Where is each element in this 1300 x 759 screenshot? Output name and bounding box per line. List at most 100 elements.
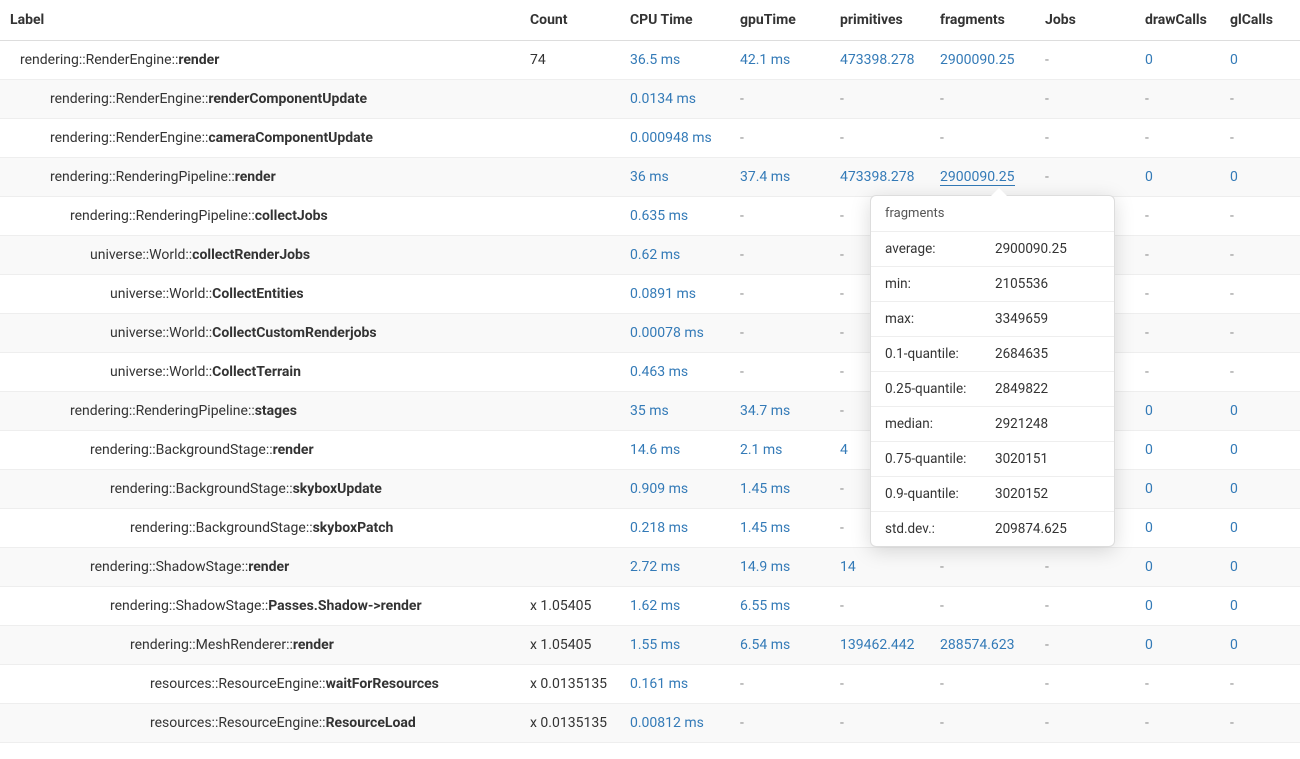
primitives-cell-link[interactable]: 14 xyxy=(840,559,856,575)
fragments-cell[interactable]: 288574.623 xyxy=(930,626,1035,665)
drawcalls-cell-link[interactable]: 0 xyxy=(1145,520,1153,536)
cpu-time-cell[interactable]: 2.72 ms xyxy=(620,548,730,587)
drawcalls-cell[interactable]: 0 xyxy=(1135,158,1220,197)
table-row[interactable]: rendering::RenderingPipeline::render36 m… xyxy=(0,158,1300,197)
glcalls-cell-link[interactable]: 0 xyxy=(1230,169,1238,185)
cpu-time-cell-link[interactable]: 0.635 ms xyxy=(630,208,688,224)
gpu-time-cell[interactable]: 14.9 ms xyxy=(730,548,830,587)
cpu-time-cell-link[interactable]: 0.00812 ms xyxy=(630,715,704,731)
cpu-time-cell-link[interactable]: 14.6 ms xyxy=(630,442,680,458)
drawcalls-cell-link[interactable]: 0 xyxy=(1145,598,1153,614)
drawcalls-cell-link[interactable]: 0 xyxy=(1145,637,1153,653)
cpu-time-cell[interactable]: 14.6 ms xyxy=(620,431,730,470)
cpu-time-cell-link[interactable]: 0.000948 ms xyxy=(630,130,712,146)
header-primitives[interactable]: primitives xyxy=(830,0,930,41)
cpu-time-cell[interactable]: 0.161 ms xyxy=(620,665,730,704)
gpu-time-cell[interactable]: 34.7 ms xyxy=(730,392,830,431)
fragments-cell[interactable]: 2900090.25fragmentsaverage:2900090.25min… xyxy=(930,158,1035,197)
header-gpu-time[interactable]: gpuTime xyxy=(730,0,830,41)
cpu-time-cell-link[interactable]: 0.218 ms xyxy=(630,520,688,536)
glcalls-cell[interactable]: 0 xyxy=(1220,509,1300,548)
primitives-cell-link[interactable]: 473398.278 xyxy=(840,169,915,185)
header-count[interactable]: Count xyxy=(520,0,620,41)
primitives-cell-link[interactable]: 4 xyxy=(840,442,848,458)
cpu-time-cell-link[interactable]: 0.62 ms xyxy=(630,247,680,263)
gpu-time-cell-link[interactable]: 14.9 ms xyxy=(740,559,790,575)
cpu-time-cell-link[interactable]: 36.5 ms xyxy=(630,52,680,68)
drawcalls-cell[interactable]: 0 xyxy=(1135,392,1220,431)
cpu-time-cell[interactable]: 0.0891 ms xyxy=(620,275,730,314)
gpu-time-cell-link[interactable]: 37.4 ms xyxy=(740,169,790,185)
glcalls-cell-link[interactable]: 0 xyxy=(1230,442,1238,458)
glcalls-cell-link[interactable]: 0 xyxy=(1230,481,1238,497)
drawcalls-cell[interactable]: 0 xyxy=(1135,41,1220,80)
drawcalls-cell[interactable]: 0 xyxy=(1135,548,1220,587)
gpu-time-cell[interactable]: 6.55 ms xyxy=(730,587,830,626)
cpu-time-cell-link[interactable]: 36 ms xyxy=(630,169,669,185)
cpu-time-cell[interactable]: 35 ms xyxy=(620,392,730,431)
glcalls-cell[interactable]: 0 xyxy=(1220,587,1300,626)
gpu-time-cell-link[interactable]: 34.7 ms xyxy=(740,403,790,419)
cpu-time-cell[interactable]: 0.62 ms xyxy=(620,236,730,275)
table-row[interactable]: rendering::RenderEngine::cameraComponent… xyxy=(0,119,1300,158)
drawcalls-cell[interactable]: 0 xyxy=(1135,626,1220,665)
drawcalls-cell[interactable]: 0 xyxy=(1135,587,1220,626)
cpu-time-cell[interactable]: 0.635 ms xyxy=(620,197,730,236)
drawcalls-cell[interactable]: 0 xyxy=(1135,431,1220,470)
gpu-time-cell[interactable]: 1.45 ms xyxy=(730,470,830,509)
cpu-time-cell[interactable]: 0.909 ms xyxy=(620,470,730,509)
cpu-time-cell-link[interactable]: 1.62 ms xyxy=(630,598,680,614)
cpu-time-cell[interactable]: 0.00078 ms xyxy=(620,314,730,353)
cpu-time-cell-link[interactable]: 0.909 ms xyxy=(630,481,688,497)
drawcalls-cell-link[interactable]: 0 xyxy=(1145,442,1153,458)
cpu-time-cell-link[interactable]: 0.00078 ms xyxy=(630,325,704,341)
cpu-time-cell-link[interactable]: 0.463 ms xyxy=(630,364,688,380)
header-jobs[interactable]: Jobs xyxy=(1035,0,1135,41)
glcalls-cell-link[interactable]: 0 xyxy=(1230,520,1238,536)
table-row[interactable]: resources::ResourceEngine::waitForResour… xyxy=(0,665,1300,704)
fragments-link[interactable]: 288574.623 xyxy=(940,637,1015,653)
glcalls-cell[interactable]: 0 xyxy=(1220,392,1300,431)
header-label[interactable]: Label xyxy=(0,0,520,41)
cpu-time-cell[interactable]: 0.000948 ms xyxy=(620,119,730,158)
table-row[interactable]: rendering::ShadowStage::render2.72 ms14.… xyxy=(0,548,1300,587)
drawcalls-cell-link[interactable]: 0 xyxy=(1145,169,1153,185)
fragments-link[interactable]: 2900090.25 xyxy=(940,52,1015,68)
gpu-time-cell-link[interactable]: 1.45 ms xyxy=(740,481,790,497)
glcalls-cell[interactable]: 0 xyxy=(1220,548,1300,587)
glcalls-cell[interactable]: 0 xyxy=(1220,626,1300,665)
gpu-time-cell-link[interactable]: 42.1 ms xyxy=(740,52,790,68)
cpu-time-cell-link[interactable]: 35 ms xyxy=(630,403,669,419)
header-drawcalls[interactable]: drawCalls xyxy=(1135,0,1220,41)
glcalls-cell-link[interactable]: 0 xyxy=(1230,403,1238,419)
cpu-time-cell[interactable]: 0.00812 ms xyxy=(620,704,730,743)
drawcalls-cell-link[interactable]: 0 xyxy=(1145,403,1153,419)
gpu-time-cell[interactable]: 1.45 ms xyxy=(730,509,830,548)
primitives-cell[interactable]: 139462.442 xyxy=(830,626,930,665)
drawcalls-cell-link[interactable]: 0 xyxy=(1145,481,1153,497)
drawcalls-cell[interactable]: 0 xyxy=(1135,470,1220,509)
header-cpu-time[interactable]: CPU Time xyxy=(620,0,730,41)
cpu-time-cell-link[interactable]: 0.161 ms xyxy=(630,676,688,692)
cpu-time-cell-link[interactable]: 2.72 ms xyxy=(630,559,680,575)
glcalls-cell-link[interactable]: 0 xyxy=(1230,559,1238,575)
cpu-time-cell[interactable]: 0.0134 ms xyxy=(620,80,730,119)
table-row[interactable]: rendering::RenderEngine::render7436.5 ms… xyxy=(0,41,1300,80)
glcalls-cell-link[interactable]: 0 xyxy=(1230,637,1238,653)
gpu-time-cell[interactable]: 42.1 ms xyxy=(730,41,830,80)
primitives-cell[interactable]: 473398.278 xyxy=(830,41,930,80)
table-row[interactable]: rendering::RenderEngine::renderComponent… xyxy=(0,80,1300,119)
table-row[interactable]: resources::ResourceEngine::ResourceLoadx… xyxy=(0,704,1300,743)
gpu-time-cell-link[interactable]: 1.45 ms xyxy=(740,520,790,536)
cpu-time-cell[interactable]: 0.463 ms xyxy=(620,353,730,392)
glcalls-cell[interactable]: 0 xyxy=(1220,158,1300,197)
glcalls-cell[interactable]: 0 xyxy=(1220,470,1300,509)
cpu-time-cell[interactable]: 0.218 ms xyxy=(620,509,730,548)
primitives-cell[interactable]: 14 xyxy=(830,548,930,587)
table-row[interactable]: rendering::MeshRenderer::renderx 1.05405… xyxy=(0,626,1300,665)
table-row[interactable]: rendering::ShadowStage::Passes.Shadow->r… xyxy=(0,587,1300,626)
drawcalls-cell[interactable]: 0 xyxy=(1135,509,1220,548)
glcalls-cell-link[interactable]: 0 xyxy=(1230,52,1238,68)
gpu-time-cell-link[interactable]: 2.1 ms xyxy=(740,442,782,458)
gpu-time-cell-link[interactable]: 6.54 ms xyxy=(740,637,790,653)
